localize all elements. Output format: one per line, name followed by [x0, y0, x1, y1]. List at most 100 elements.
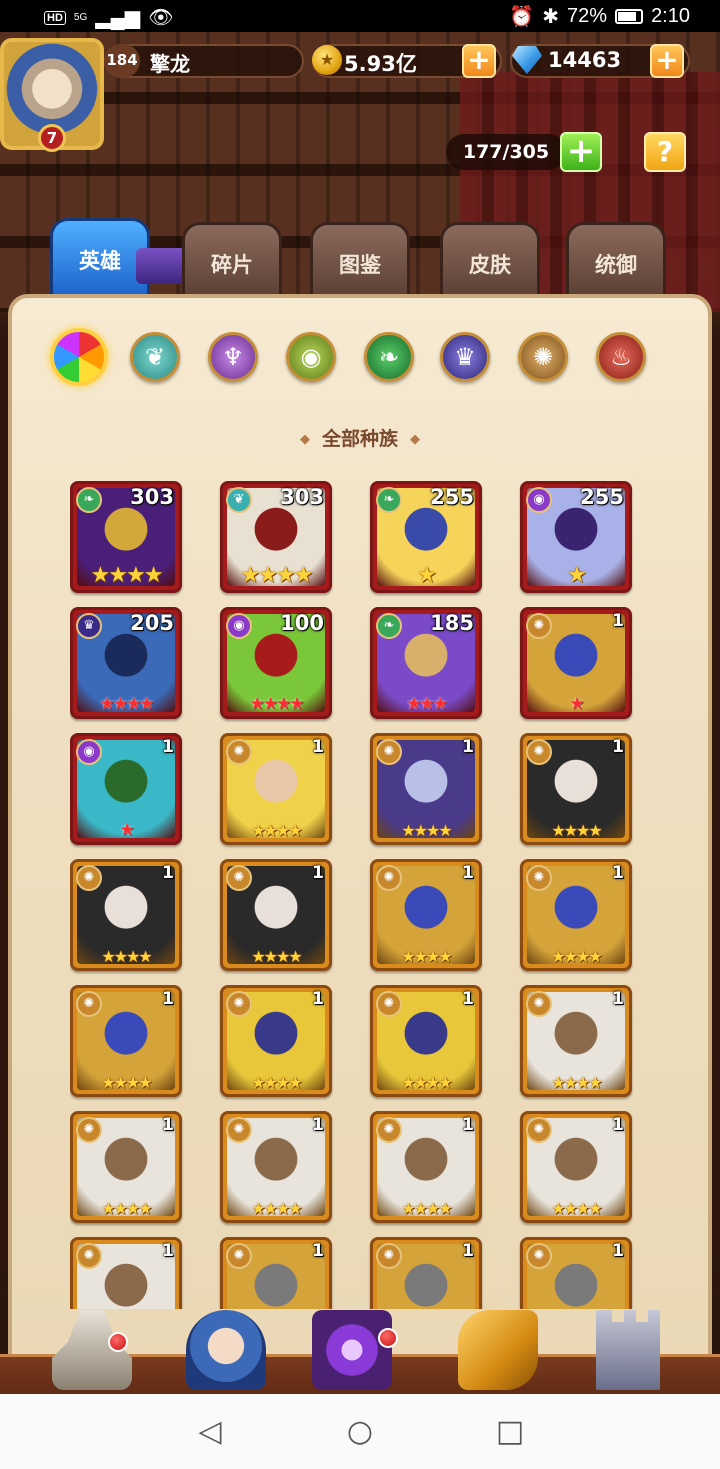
hero-stars: ★: [417, 563, 437, 588]
hero-card[interactable]: ❧ 255 ★: [370, 481, 482, 593]
back-icon[interactable]: ◁: [194, 1416, 226, 1448]
hero-card[interactable]: ✺ 1 ★★★★: [70, 1111, 182, 1223]
recent-apps-icon[interactable]: □: [494, 1416, 526, 1448]
race-light-icon: ✺: [526, 739, 552, 765]
hero-card[interactable]: ✺ 1 ★: [520, 607, 632, 719]
race-light-icon: ✺: [376, 1243, 402, 1269]
hero-card[interactable]: ❦ 303 ★★★★: [220, 481, 332, 593]
hero-card[interactable]: ✺ 1 ★★★★: [220, 1111, 332, 1223]
all-races-icon[interactable]: [50, 328, 108, 386]
treasure-scroll-icon: [458, 1310, 538, 1390]
tab-fragments[interactable]: 碎片: [182, 222, 282, 300]
hero-level: 1: [462, 989, 474, 1009]
battery-percent: 72%: [567, 5, 608, 27]
tab-skins[interactable]: 皮肤: [440, 222, 540, 300]
hero-card[interactable]: ✺ 1: [220, 1237, 332, 1309]
race-light-icon: ✺: [526, 865, 552, 891]
race-light-icon[interactable]: ✺: [518, 332, 568, 382]
race-nature-icon[interactable]: ❧: [364, 332, 414, 382]
hero-card[interactable]: ✺ 1 ★★★★: [520, 733, 632, 845]
avatar-level-badge: 7: [38, 124, 66, 152]
hero-level: 303: [130, 485, 174, 509]
hero-card[interactable]: ❧ 185 ★★★: [370, 607, 482, 719]
hero-level: 1: [612, 611, 624, 631]
expand-capacity-button[interactable]: +: [560, 132, 602, 172]
gold-amount: 5.93亿: [344, 52, 417, 76]
race-light-icon: ✺: [76, 865, 102, 891]
race-light-icon: ✺: [376, 991, 402, 1017]
hero-card[interactable]: ◉ 100 ★★★★: [220, 607, 332, 719]
hero-card[interactable]: ✺ 1 ★★★★: [370, 985, 482, 1097]
player-level: 184: [104, 44, 140, 78]
hero-stars: ★★★★: [551, 1199, 602, 1218]
race-water-icon: ❦: [226, 487, 252, 513]
hero-level: 185: [430, 611, 474, 635]
home-icon[interactable]: ○: [344, 1416, 376, 1448]
nav-castle[interactable]: [46, 1306, 138, 1394]
coin-icon: ★: [312, 45, 342, 75]
hero-card[interactable]: ✺ 1 ★★★★: [370, 733, 482, 845]
tab-codex[interactable]: 图鉴: [310, 222, 410, 300]
hero-level: 1: [312, 737, 324, 757]
hero-card[interactable]: ✺ 1: [370, 1237, 482, 1309]
tab-heroes[interactable]: 英雄: [50, 218, 150, 302]
race-light-icon: ✺: [76, 991, 102, 1017]
hero-stars: ★★★★: [401, 947, 452, 966]
hero-level: 1: [312, 989, 324, 1009]
race-light-icon: ✺: [526, 1243, 552, 1269]
hero-level: 1: [162, 863, 174, 883]
hero-card[interactable]: ◉ 255 ★: [520, 481, 632, 593]
hero-card[interactable]: ✺ 1 ★★★★: [370, 1111, 482, 1223]
hero-card[interactable]: ✺ 1 ★★★★: [220, 733, 332, 845]
hero-level: 1: [612, 1115, 624, 1135]
help-button[interactable]: ?: [644, 132, 686, 172]
hero-card[interactable]: ♛ 205 ★★★★: [70, 607, 182, 719]
hero-stars: ★★★★: [101, 1199, 152, 1218]
nav-summon[interactable]: [306, 1306, 398, 1394]
race-light-icon: ✺: [376, 1117, 402, 1143]
race-light-icon: ✺: [226, 865, 252, 891]
race-abyss-icon[interactable]: ♆: [208, 332, 258, 382]
hero-card[interactable]: ✺ 1 ★★★★: [520, 985, 632, 1097]
nav-quests[interactable]: [452, 1306, 544, 1394]
hero-stars: ★★★★: [551, 1073, 602, 1092]
race-dark-icon: ♛: [76, 613, 102, 639]
hero-level: 1: [162, 1115, 174, 1135]
hero-stars: ★: [119, 820, 134, 840]
hero-card[interactable]: ✺ 1 ★★★★: [70, 859, 182, 971]
hero-card[interactable]: ❧ 303 ★★★★: [70, 481, 182, 593]
race-forest-icon: ❧: [376, 613, 402, 639]
hero-level: 1: [312, 1241, 324, 1261]
signal-icon: ▂▄▆: [95, 7, 141, 29]
hero-card[interactable]: ✺ 1 ★★★★: [70, 985, 182, 1097]
summon-portal-icon: [312, 1310, 392, 1390]
hero-portrait-icon: [186, 1310, 266, 1390]
hero-card[interactable]: ✺ 1 ★★★★: [370, 859, 482, 971]
hero-level: 1: [612, 1241, 624, 1261]
hero-grid: ❧ 303 ★★★★ ❦ 303 ★★★★ ❧ 255 ★ ◉ 255 ★ ♛ 205 ★★★★ ◉ 100 ★★…: [70, 481, 650, 1309]
race-forest-icon[interactable]: ◉: [286, 332, 336, 382]
notification-dot: [108, 1332, 128, 1352]
tab-command[interactable]: 统御: [566, 222, 666, 300]
race-dark-icon[interactable]: ♛: [440, 332, 490, 382]
add-gems-button[interactable]: +: [650, 44, 684, 78]
network-indicator: 5G: [73, 11, 88, 23]
clock: 2:10: [651, 5, 690, 27]
nav-heroes[interactable]: [180, 1306, 272, 1394]
hero-card[interactable]: ✺ 1: [520, 1237, 632, 1309]
hero-card[interactable]: ✺ 1: [70, 1237, 182, 1309]
hero-stars: ★: [567, 563, 587, 588]
hero-card[interactable]: ✺ 1 ★★★★: [220, 859, 332, 971]
race-light-icon: ✺: [226, 1117, 252, 1143]
hero-card[interactable]: ✺ 1 ★★★★: [520, 859, 632, 971]
race-fire-icon[interactable]: ♨: [596, 332, 646, 382]
game-screen: 7 184 擎龙 ★ 5.93亿 + 14463 + 177/305 + ? 英…: [0, 32, 720, 1394]
nav-tower[interactable]: [582, 1306, 674, 1394]
race-light-icon: ✺: [526, 1117, 552, 1143]
add-gold-button[interactable]: +: [462, 44, 496, 78]
hero-card[interactable]: ◉ 1 ★: [70, 733, 182, 845]
hero-level: 1: [162, 1241, 174, 1261]
hero-card[interactable]: ✺ 1 ★★★★: [220, 985, 332, 1097]
hero-card[interactable]: ✺ 1 ★★★★: [520, 1111, 632, 1223]
race-water-icon[interactable]: ❦: [130, 332, 180, 382]
